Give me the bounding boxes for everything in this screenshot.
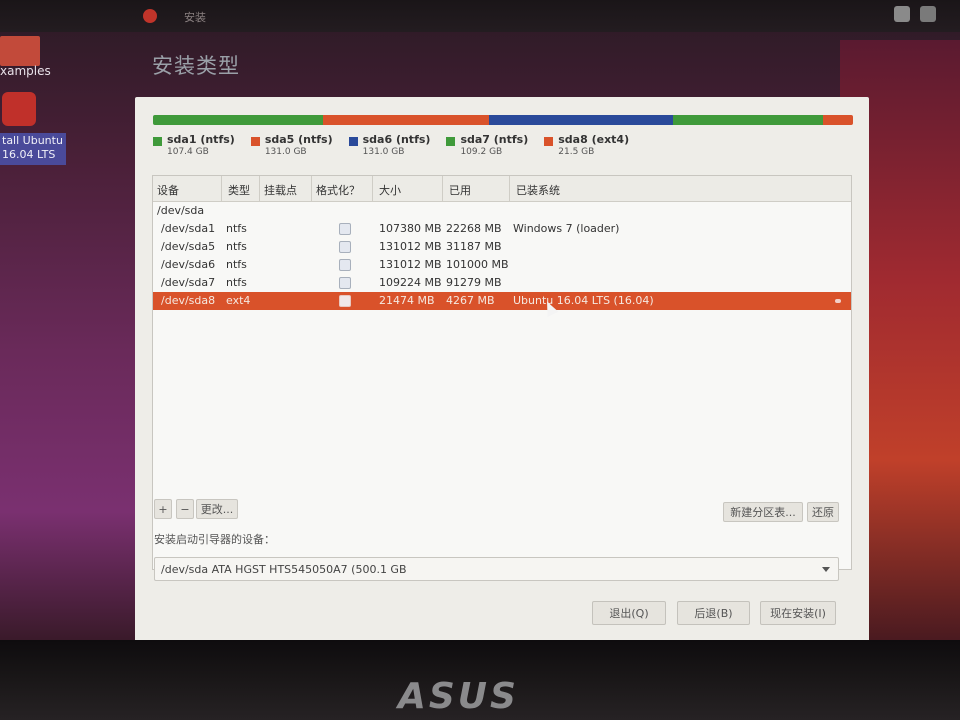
bootloader-device-value: /dev/sda ATA HGST HTS545050A7 (500.1 GB — [161, 563, 407, 576]
format-checkbox[interactable] — [339, 295, 351, 307]
change-partition-button[interactable]: 更改... — [196, 499, 238, 519]
examples-folder-label[interactable]: xamples — [0, 64, 51, 78]
size-cell: 109224 MB — [379, 276, 442, 289]
legend-name: sda8 (ext4) — [558, 133, 630, 146]
legend-size: 21.5 GB — [558, 147, 595, 157]
table-row-selected[interactable]: /dev/sda8 ext4 21474 MB 4267 MB Ubuntu 1… — [153, 292, 851, 310]
revert-button[interactable]: 还原 — [807, 502, 839, 522]
type-cell: ntfs — [226, 240, 247, 253]
add-partition-button[interactable]: + — [154, 499, 172, 519]
system-cell: Windows 7 (loader) — [513, 222, 620, 235]
page-heading: 安装类型 — [152, 54, 240, 78]
partition-legend: sda1 (ntfs) 107.4 GB sda5 (ntfs) 131.0 G… — [153, 133, 645, 157]
format-checkbox[interactable] — [339, 277, 351, 289]
format-checkbox[interactable] — [339, 259, 351, 271]
type-cell: ntfs — [226, 222, 247, 235]
column-header-type[interactable]: 类型 — [228, 182, 250, 198]
column-header-format[interactable]: 格式化？ — [316, 182, 360, 198]
table-row[interactable]: /dev/sda5 ntfs 131012 MB 31187 MB — [153, 238, 851, 256]
format-checkbox[interactable] — [339, 241, 351, 253]
used-cell: 91279 MB — [446, 276, 502, 289]
used-cell: 22268 MB — [446, 222, 502, 235]
type-cell: ntfs — [226, 258, 247, 271]
system-cell: Ubuntu 16.04 LTS (16.04) — [513, 294, 654, 307]
device-cell: /dev/sda5 — [161, 240, 216, 253]
device-cell: /dev/sda7 — [161, 276, 216, 289]
partition-segment-sda7 — [673, 115, 823, 125]
device-cell: /dev/sda8 — [161, 294, 216, 307]
network-indicator-icon[interactable] — [920, 6, 936, 22]
size-cell: 107380 MB — [379, 222, 442, 235]
size-cell: 131012 MB — [379, 240, 442, 253]
type-cell: ntfs — [226, 276, 247, 289]
legend-size: 131.0 GB — [264, 147, 307, 157]
legend-name: sda7 (ntfs) — [460, 133, 529, 146]
legend-item-sda6: sda6 (ntfs) 131.0 GB — [348, 133, 431, 157]
install-ubuntu-label[interactable]: tall Ubuntu 16.04 LTS — [0, 133, 66, 165]
install-ubuntu-icon[interactable] — [2, 92, 36, 126]
column-header-mount[interactable]: 挂载点 — [264, 182, 297, 198]
remove-partition-button[interactable]: − — [176, 499, 194, 519]
partition-segment-sda1 — [153, 115, 323, 125]
quit-button[interactable]: 退出(Q) — [592, 601, 666, 625]
used-cell: 31187 MB — [446, 240, 502, 253]
legend-name: sda5 (ntfs) — [264, 133, 333, 146]
legend-size: 131.0 GB — [362, 147, 405, 157]
legend-size: 107.4 GB — [167, 147, 209, 157]
bootloader-device-label: 安装启动引导器的设备： — [154, 533, 275, 546]
laptop-brand-logo: ASUS — [398, 676, 519, 717]
legend-swatch — [250, 137, 260, 146]
chevron-down-icon — [822, 567, 830, 572]
table-row[interactable]: /dev/sda6 ntfs 131012 MB 101000 MB — [153, 256, 851, 274]
table-header: 设备 类型 挂载点 格式化？ 大小 已用 已装系统 — [153, 176, 851, 202]
size-cell: 21474 MB — [379, 294, 435, 307]
used-cell: 101000 MB — [446, 258, 509, 271]
partition-segment-sda6 — [489, 115, 673, 125]
format-checkbox[interactable] — [339, 223, 351, 235]
legend-swatch — [446, 137, 456, 146]
device-cell: /dev/sda6 — [161, 258, 216, 271]
column-header-size[interactable]: 大小 — [379, 182, 401, 198]
partition-segment-sda8 — [823, 115, 853, 125]
partition-usage-bar — [153, 115, 853, 125]
row-indicator-icon — [835, 299, 841, 303]
legend-item-sda1: sda1 (ntfs) 107.4 GB — [153, 133, 235, 157]
column-header-device[interactable]: 设备 — [157, 182, 179, 198]
table-row[interactable]: /dev/sda1 ntfs 107380 MB 22268 MB Window… — [153, 220, 851, 238]
examples-folder-icon[interactable] — [0, 36, 40, 66]
keyboard-indicator-icon[interactable] — [894, 6, 910, 22]
legend-swatch — [544, 137, 554, 146]
column-header-used[interactable]: 已用 — [449, 182, 471, 198]
install-now-button[interactable]: 现在安装(I) — [760, 601, 836, 625]
top-bar: 安装 — [0, 0, 960, 32]
used-cell: 4267 MB — [446, 294, 495, 307]
legend-name: sda6 (ntfs) — [362, 133, 431, 146]
size-cell: 131012 MB — [379, 258, 442, 271]
legend-size: 109.2 GB — [460, 147, 503, 157]
device-cell: /dev/sda1 — [161, 222, 216, 235]
legend-item-sda8: sda8 (ext4) 21.5 GB — [544, 133, 629, 157]
type-cell: ext4 — [226, 294, 251, 307]
window-title: 安装 — [184, 11, 206, 24]
close-window-icon[interactable] — [143, 9, 157, 23]
legend-item-sda7: sda7 (ntfs) 109.2 GB — [446, 133, 528, 157]
table-row[interactable]: /dev/sda7 ntfs 109224 MB 91279 MB — [153, 274, 851, 292]
partition-segment-sda5 — [323, 115, 489, 125]
back-button[interactable]: 后退(B) — [677, 601, 750, 625]
legend-swatch — [348, 137, 358, 146]
column-header-system[interactable]: 已装系统 — [516, 182, 560, 198]
installation-type-dialog: sda1 (ntfs) 107.4 GB sda5 (ntfs) 131.0 G… — [135, 97, 869, 642]
legend-item-sda5: sda5 (ntfs) 131.0 GB — [250, 133, 333, 157]
bootloader-device-select[interactable]: /dev/sda ATA HGST HTS545050A7 (500.1 GB — [154, 557, 839, 581]
legend-swatch — [153, 137, 162, 146]
legend-name: sda1 (ntfs) — [167, 133, 235, 146]
new-partition-table-button[interactable]: 新建分区表... — [723, 502, 803, 522]
drive-row[interactable]: /dev/sda — [157, 204, 204, 217]
